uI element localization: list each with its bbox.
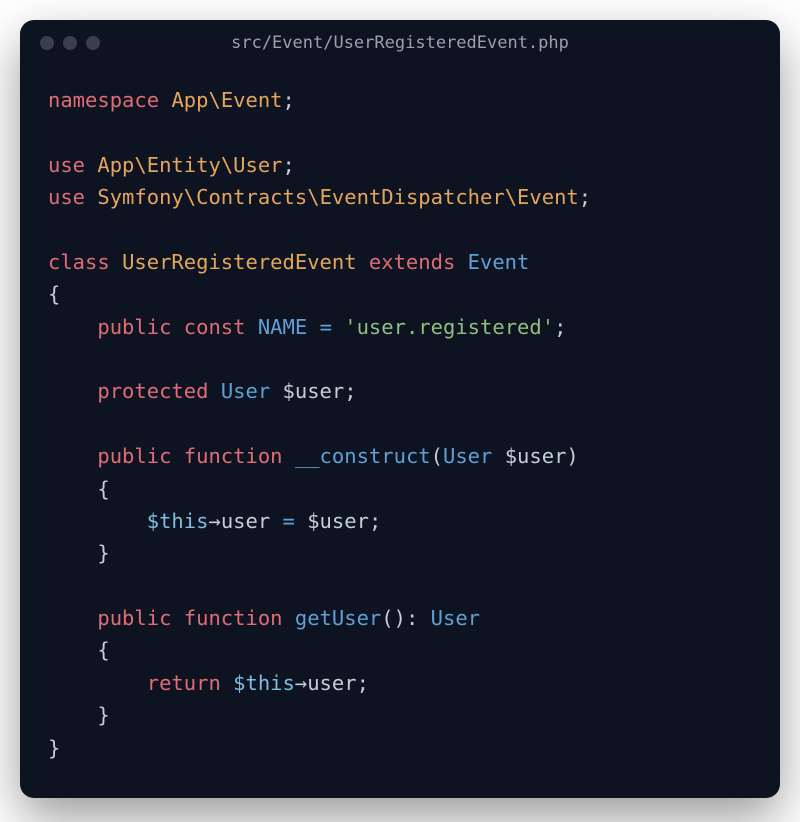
- type-user: User: [221, 379, 270, 403]
- semicolon2: ;: [283, 153, 295, 177]
- keyword-protected: protected: [97, 379, 208, 403]
- namespace-app: App: [171, 88, 208, 112]
- keyword-const: const: [184, 315, 246, 339]
- paren-pair: (): [381, 606, 406, 630]
- param-user: $user: [505, 444, 567, 468]
- paren-close: ): [566, 444, 578, 468]
- semicolon5: ;: [344, 379, 356, 403]
- arrow-op2: →: [295, 671, 307, 695]
- keyword-return: return: [147, 671, 221, 695]
- brace-close: }: [48, 736, 60, 760]
- const-name: NAME: [258, 315, 307, 339]
- var-user-rhs: $user: [307, 509, 369, 533]
- brace-close3: }: [97, 703, 109, 727]
- arrow-op: →: [208, 509, 220, 533]
- use-sep3: \: [184, 185, 196, 209]
- keyword-class: class: [48, 250, 110, 274]
- keyword-namespace: namespace: [48, 88, 159, 112]
- brace-open2: {: [97, 477, 109, 501]
- keyword-use: use: [48, 153, 85, 177]
- method-getuser: getUser: [295, 606, 381, 630]
- use-sep: \: [134, 153, 146, 177]
- keyword-public2: public: [97, 444, 171, 468]
- const-value: 'user.registered': [344, 315, 554, 339]
- paren-open: (: [431, 444, 443, 468]
- colon: :: [406, 606, 418, 630]
- semicolon7: ;: [357, 671, 369, 695]
- brace-close2: }: [97, 541, 109, 565]
- use-symfony: Symfony: [97, 185, 183, 209]
- keyword-function2: function: [184, 606, 283, 630]
- class-name: UserRegisteredEvent: [122, 250, 357, 274]
- equals: =: [320, 315, 332, 339]
- titlebar: src/Event/UserRegisteredEvent.php: [20, 20, 780, 66]
- extends-name: Event: [468, 250, 530, 274]
- semicolon4: ;: [554, 315, 566, 339]
- param-type-user: User: [443, 444, 492, 468]
- method-construct: __construct: [295, 444, 431, 468]
- use-app: App: [97, 153, 134, 177]
- use-contracts: Contracts: [196, 185, 307, 209]
- namespace-sep: \: [208, 88, 220, 112]
- keyword-extends: extends: [369, 250, 455, 274]
- this-var2: $this: [233, 671, 295, 695]
- keyword-function: function: [184, 444, 283, 468]
- keyword-public: public: [97, 315, 171, 339]
- use-sep5: \: [505, 185, 517, 209]
- prop-user: user: [221, 509, 270, 533]
- code-window: src/Event/UserRegisteredEvent.php namesp…: [20, 20, 780, 798]
- traffic-lights: [40, 36, 100, 50]
- use-sep2: \: [221, 153, 233, 177]
- use-user: User: [233, 153, 282, 177]
- window-title: src/Event/UserRegisteredEvent.php: [231, 33, 569, 53]
- semicolon6: ;: [369, 509, 381, 533]
- this-var: $this: [147, 509, 209, 533]
- brace-open: {: [48, 282, 60, 306]
- keyword-use2: use: [48, 185, 85, 209]
- close-icon[interactable]: [40, 36, 54, 50]
- use-sep4: \: [307, 185, 319, 209]
- semicolon: ;: [283, 88, 295, 112]
- namespace-event: Event: [221, 88, 283, 112]
- brace-open3: {: [97, 638, 109, 662]
- code-editor[interactable]: namespace App\Event; use App\Entity\User…: [20, 66, 780, 798]
- equals2: =: [283, 509, 295, 533]
- use-entity: Entity: [147, 153, 221, 177]
- semicolon3: ;: [579, 185, 591, 209]
- keyword-public3: public: [97, 606, 171, 630]
- maximize-icon[interactable]: [86, 36, 100, 50]
- use-eventdispatcher: EventDispatcher: [320, 185, 505, 209]
- var-user: $user: [283, 379, 345, 403]
- return-type-user: User: [431, 606, 480, 630]
- use-event: Event: [517, 185, 579, 209]
- prop-user2: user: [307, 671, 356, 695]
- minimize-icon[interactable]: [63, 36, 77, 50]
